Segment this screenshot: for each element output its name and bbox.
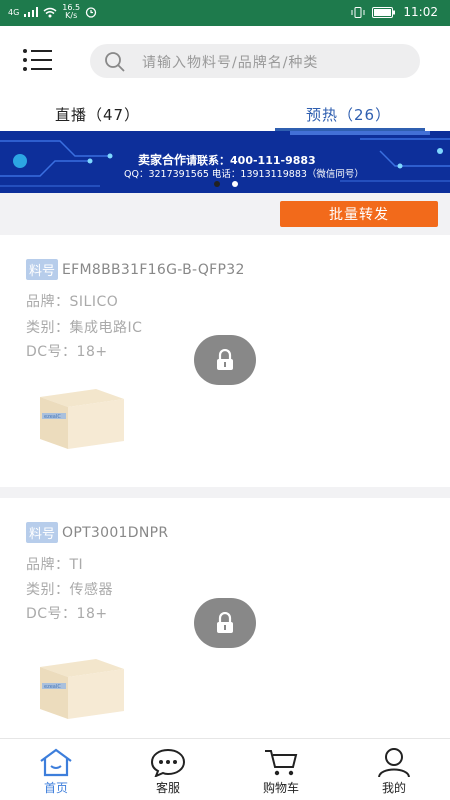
part-number: OPT3001DNPR xyxy=(62,524,169,541)
product-card[interactable]: 料号 EFM8BB31F16G-B-QFP32 品牌：SILICO 类别：集成电… xyxy=(0,235,450,487)
home-icon xyxy=(40,748,72,777)
nav-profile-label: 我的 xyxy=(381,781,406,795)
category-label: 类别：传感器 xyxy=(26,582,113,598)
menu-icon xyxy=(23,49,52,71)
nav-service-label: 客服 xyxy=(155,781,180,795)
lock-icon xyxy=(217,612,233,633)
user-icon xyxy=(378,748,410,777)
banner-contact-line2: QQ：3217391565 电话：13913119883（微信同号） xyxy=(124,169,364,180)
cart-icon xyxy=(265,750,298,776)
dc-label: DC号：18+ xyxy=(26,344,108,360)
part-number-row: 料号 EFM8BB31F16G-B-QFP32 xyxy=(26,259,245,280)
brand-label: 品牌：SILICO xyxy=(26,294,119,310)
bottom-nav: 首页 客服 购物车 我的 xyxy=(0,738,450,800)
wifi-icon xyxy=(43,7,57,17)
part-number-row: 料号 OPT3001DNPR xyxy=(26,522,168,543)
nav-cart[interactable]: 购物车 xyxy=(225,739,337,800)
search-input[interactable]: 请输入物料号/品牌名/种类 xyxy=(90,44,420,78)
network-speed: 16.5 K/s xyxy=(62,3,81,20)
batch-action-area: 批量转发 xyxy=(0,193,450,235)
part-tag: 料号 xyxy=(26,522,59,543)
tab-preheat[interactable]: 预热（26） xyxy=(306,104,391,125)
signal-icon xyxy=(24,7,39,17)
header: 请输入物料号/品牌名/种类 xyxy=(0,26,450,96)
chat-icon xyxy=(150,748,186,777)
promo-banner[interactable]: 卖家合作请联系：400-111-9883 QQ：3217391565 电话：13… xyxy=(0,131,450,193)
dc-label: DC号：18+ xyxy=(26,606,108,622)
menu-button[interactable] xyxy=(22,48,54,72)
product-box-image: ezeaIC xyxy=(40,659,124,719)
nav-cart-label: 购物车 xyxy=(262,781,299,795)
brand-label: 品牌：TI xyxy=(26,557,84,573)
lock-button[interactable] xyxy=(194,335,256,385)
product-card[interactable]: 料号 OPT3001DNPR 品牌：TI 类别：传感器 DC号：18+ ezea… xyxy=(0,498,450,738)
lock-icon xyxy=(217,349,233,370)
battery-icon xyxy=(372,6,396,18)
tab-live[interactable]: 直播（47） xyxy=(55,104,140,125)
clock: 11:02 xyxy=(403,5,438,19)
nav-home-label: 首页 xyxy=(43,781,68,795)
svg-text:ezeaIC: ezeaIC xyxy=(44,414,61,420)
part-tag: 料号 xyxy=(26,259,59,280)
lock-button[interactable] xyxy=(194,598,256,648)
network-label: 4G xyxy=(8,7,20,17)
status-bar: 4G 16.5 K/s 11:02 xyxy=(0,0,450,26)
vibrate-icon xyxy=(351,6,365,18)
svg-text:ezeaIC: ezeaIC xyxy=(44,684,61,690)
search-placeholder: 请输入物料号/品牌名/种类 xyxy=(142,55,319,71)
search-icon xyxy=(105,52,125,72)
part-number: EFM8BB31F16G-B-QFP32 xyxy=(62,261,245,278)
alarm-icon xyxy=(85,7,97,18)
product-box-image: ezeaIC xyxy=(40,389,124,449)
nav-service[interactable]: 客服 xyxy=(112,739,224,800)
nav-home[interactable]: 首页 xyxy=(0,739,112,800)
carousel-dot[interactable] xyxy=(214,181,220,187)
category-label: 类别：集成电路IC xyxy=(26,320,143,336)
nav-profile[interactable]: 我的 xyxy=(338,739,450,800)
carousel-dot-active[interactable] xyxy=(232,181,238,187)
tab-bar: 直播（47） 预热（26） xyxy=(0,96,450,131)
batch-forward-button[interactable]: 批量转发 xyxy=(280,201,438,227)
